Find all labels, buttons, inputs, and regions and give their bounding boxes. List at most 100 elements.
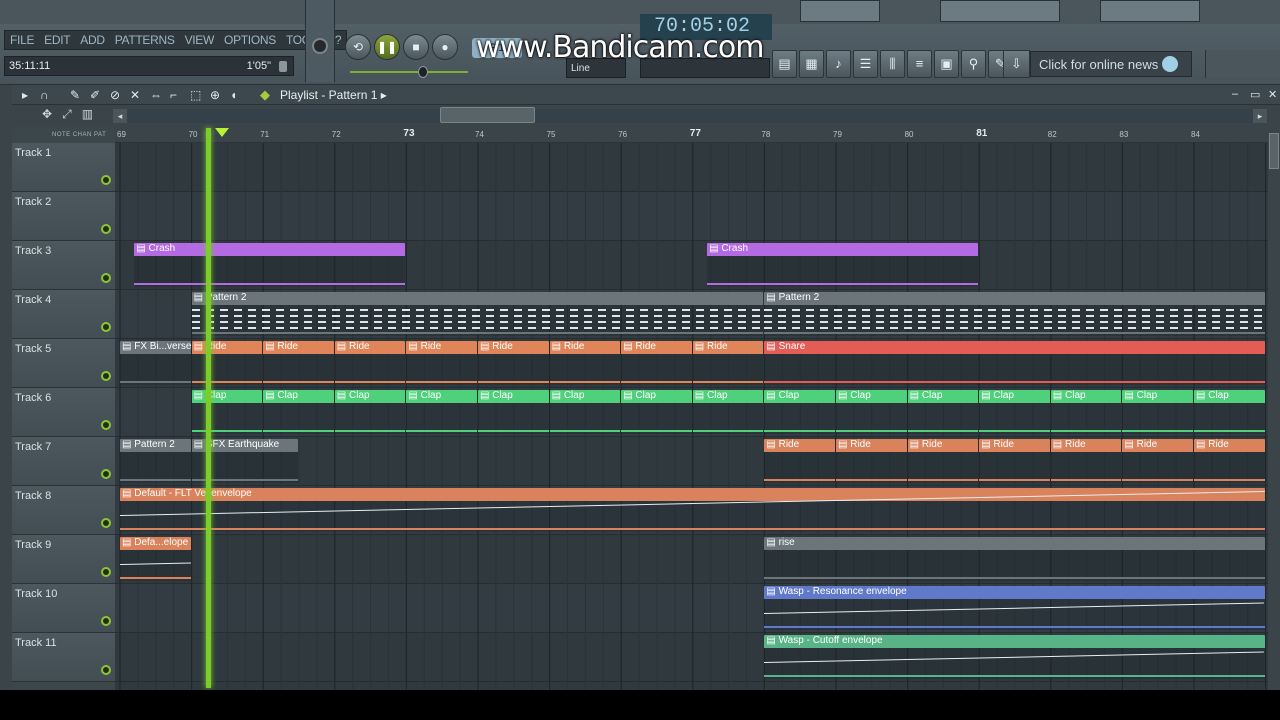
track-mute-led[interactable] [101,371,111,381]
playlist-clip[interactable]: ▤ Ride [836,439,907,483]
browser-icon[interactable]: ☰ [853,50,878,78]
playlist-clip[interactable]: ▤ Clap [1122,390,1193,434]
track-header[interactable]: Track 9 [12,535,115,584]
minimize-icon[interactable]: – [1232,88,1238,100]
step-sequencer-strip[interactable] [800,0,880,22]
playlist-clip[interactable]: ▤ Clap [406,390,477,434]
playlist-clip[interactable]: ▤ FX Bi...verse [120,341,191,385]
close-icon[interactable]: ✕ [1268,88,1277,101]
slip-icon[interactable]: ⇔ [150,88,162,102]
maximize-icon[interactable]: ▭ [1250,88,1260,101]
playlist-icon[interactable]: ▤ [772,50,797,78]
chan-icon[interactable]: ⤢ [62,107,72,121]
playlist-clip[interactable]: ▤ Pattern 2 [764,292,1265,336]
playlist-clip[interactable]: ▤ Clap [1050,390,1122,434]
playlist-clip[interactable]: ▤ Default - FLT Vel envelope [120,488,1265,532]
playlist-clip[interactable]: ▤ Clap [478,390,549,434]
playlist-clip[interactable]: ▤ Clap [1194,390,1265,434]
track-header[interactable]: Track 3 [12,241,115,290]
menu-item-add[interactable]: ADD [75,31,109,49]
track-mute-led[interactable] [101,175,111,185]
note-icon[interactable]: ✥ [42,107,52,121]
master-volume[interactable] [305,0,335,82]
delete-icon[interactable]: ⊘ [110,88,120,102]
menu-item-options[interactable]: OPTIONS [219,31,281,49]
vertical-scroll-thumb[interactable] [1269,133,1279,169]
track-mute-led[interactable] [101,322,111,332]
step-sequencer-icon[interactable]: ▦ [799,50,824,78]
scroll-thumb[interactable] [440,107,535,123]
playlist-clip[interactable]: ▤ Ride [191,341,263,385]
playlist-clip[interactable]: ▤ Crash [707,243,979,287]
playlist-clip[interactable]: ▤ Ride [1050,439,1122,483]
scroll-track[interactable] [127,109,1253,123]
mixer-icon[interactable]: ⫼ [880,50,905,78]
track-header[interactable]: Track 4 [12,290,115,339]
track-mute-led[interactable] [101,567,111,577]
playlist-clip[interactable]: ▤ Clap [263,390,334,434]
track-header[interactable]: Track 5 [12,339,115,388]
channel-icon[interactable]: ≡ [907,50,932,78]
lock-icon[interactable] [279,61,287,72]
playlist-clip[interactable]: ▤ Ride [263,341,334,385]
plugin-icon[interactable]: ⚲ [961,50,986,78]
vertical-scroll[interactable] [1268,127,1280,695]
playlist-grid[interactable]: ▤ Crash ▤ Crash ▤ Pattern 2 ▤ Pattern 2 ▤ FX… [115,143,1268,695]
track-mute-led[interactable] [101,616,111,626]
playlist-clip[interactable]: ▤ Wasp - Cutoff envelope [764,635,1265,679]
track-header[interactable]: Track 2 [12,192,115,241]
slice-icon[interactable]: ⌐ [170,88,177,102]
menu-item-edit[interactable]: EDIT [39,31,75,49]
playlist-clip[interactable]: ▤ Ride [621,341,692,385]
track-mute-led[interactable] [101,518,111,528]
online-news[interactable]: Click for online news [1030,51,1192,77]
download-icon[interactable]: ⇩ [1003,50,1030,78]
record-button[interactable]: ● [432,34,458,60]
playlist-clip[interactable]: ▤ rise [764,537,1265,581]
volume-knob[interactable] [312,38,328,54]
menu-item-view[interactable]: VIEW [180,31,219,49]
menu-item-file[interactable]: FILE [5,31,39,49]
track-header[interactable]: Track 11 [12,633,115,682]
playlist-clip[interactable]: ▤ Snare [764,341,1265,385]
track-header[interactable]: Track 7 [12,437,115,486]
playlist-clip[interactable]: ▤ Wasp - Resonance envelope [764,586,1265,630]
tempo-handle[interactable] [418,66,428,78]
playlist-clip[interactable]: ▤ Ride [692,341,764,385]
mute-icon[interactable]: ✕ [130,88,140,102]
menu-item-patterns[interactable]: PATTERNS [110,31,180,49]
menu-arrow-icon[interactable]: ▸ [22,88,28,102]
arrow-icon[interactable]: ◆ [260,87,270,103]
playlist-clip[interactable]: ▤ Clap [549,390,621,434]
project-icon[interactable]: ▣ [934,50,959,78]
playlist-clip[interactable]: ▤ Pattern 2 [191,292,764,336]
scroll-right-button[interactable]: ▸ [1253,109,1267,123]
track-mute-led[interactable] [101,420,111,430]
playlist-clip[interactable]: ▤ Ride [1194,439,1265,483]
playlist-clip[interactable]: ▤ Ride [334,341,406,385]
playlist-clip[interactable]: ▤ Ride [764,439,835,483]
playback-icon[interactable]: ◖ [230,88,237,102]
playlist-clip[interactable]: ▤ Ride [478,341,549,385]
window-icons[interactable] [1100,0,1200,22]
playlist-clip[interactable]: ▤ Clap [621,390,692,434]
timeline-ruler[interactable]: 69 70 71 72 73 74 75 76 77 78 79 80 81 82 83 84 [115,127,1268,143]
track-header[interactable]: Track 6 [12,388,115,437]
magnet-icon[interactable]: ∩ [40,88,49,102]
playlist-clip[interactable]: ▤ Ride [549,341,621,385]
playlist-clip[interactable]: ▤ Ride [907,439,979,483]
playlist-clip[interactable]: ▤ Clap [907,390,979,434]
pencil-icon[interactable]: ✎ [70,88,80,102]
playlist-clip[interactable]: ▤ Pattern 2 [120,439,191,483]
track-mute-led[interactable] [101,469,111,479]
playlist-clip[interactable]: ▤ Ride [979,439,1050,483]
playlist-clip[interactable]: ▤ Clap [692,390,764,434]
playlist-clip[interactable]: ▤ Defa...elope [120,537,191,581]
track-mute-led[interactable] [101,273,111,283]
track-header[interactable]: Track 8 [12,486,115,535]
playlist-clip[interactable]: ▤ Ride [1122,439,1193,483]
playlist-clip[interactable]: ▤ Crash [134,243,406,287]
brush-icon[interactable]: ✐ [90,88,100,102]
playhead-marker[interactable] [215,128,229,137]
select-icon[interactable]: ⬚ [190,88,201,102]
